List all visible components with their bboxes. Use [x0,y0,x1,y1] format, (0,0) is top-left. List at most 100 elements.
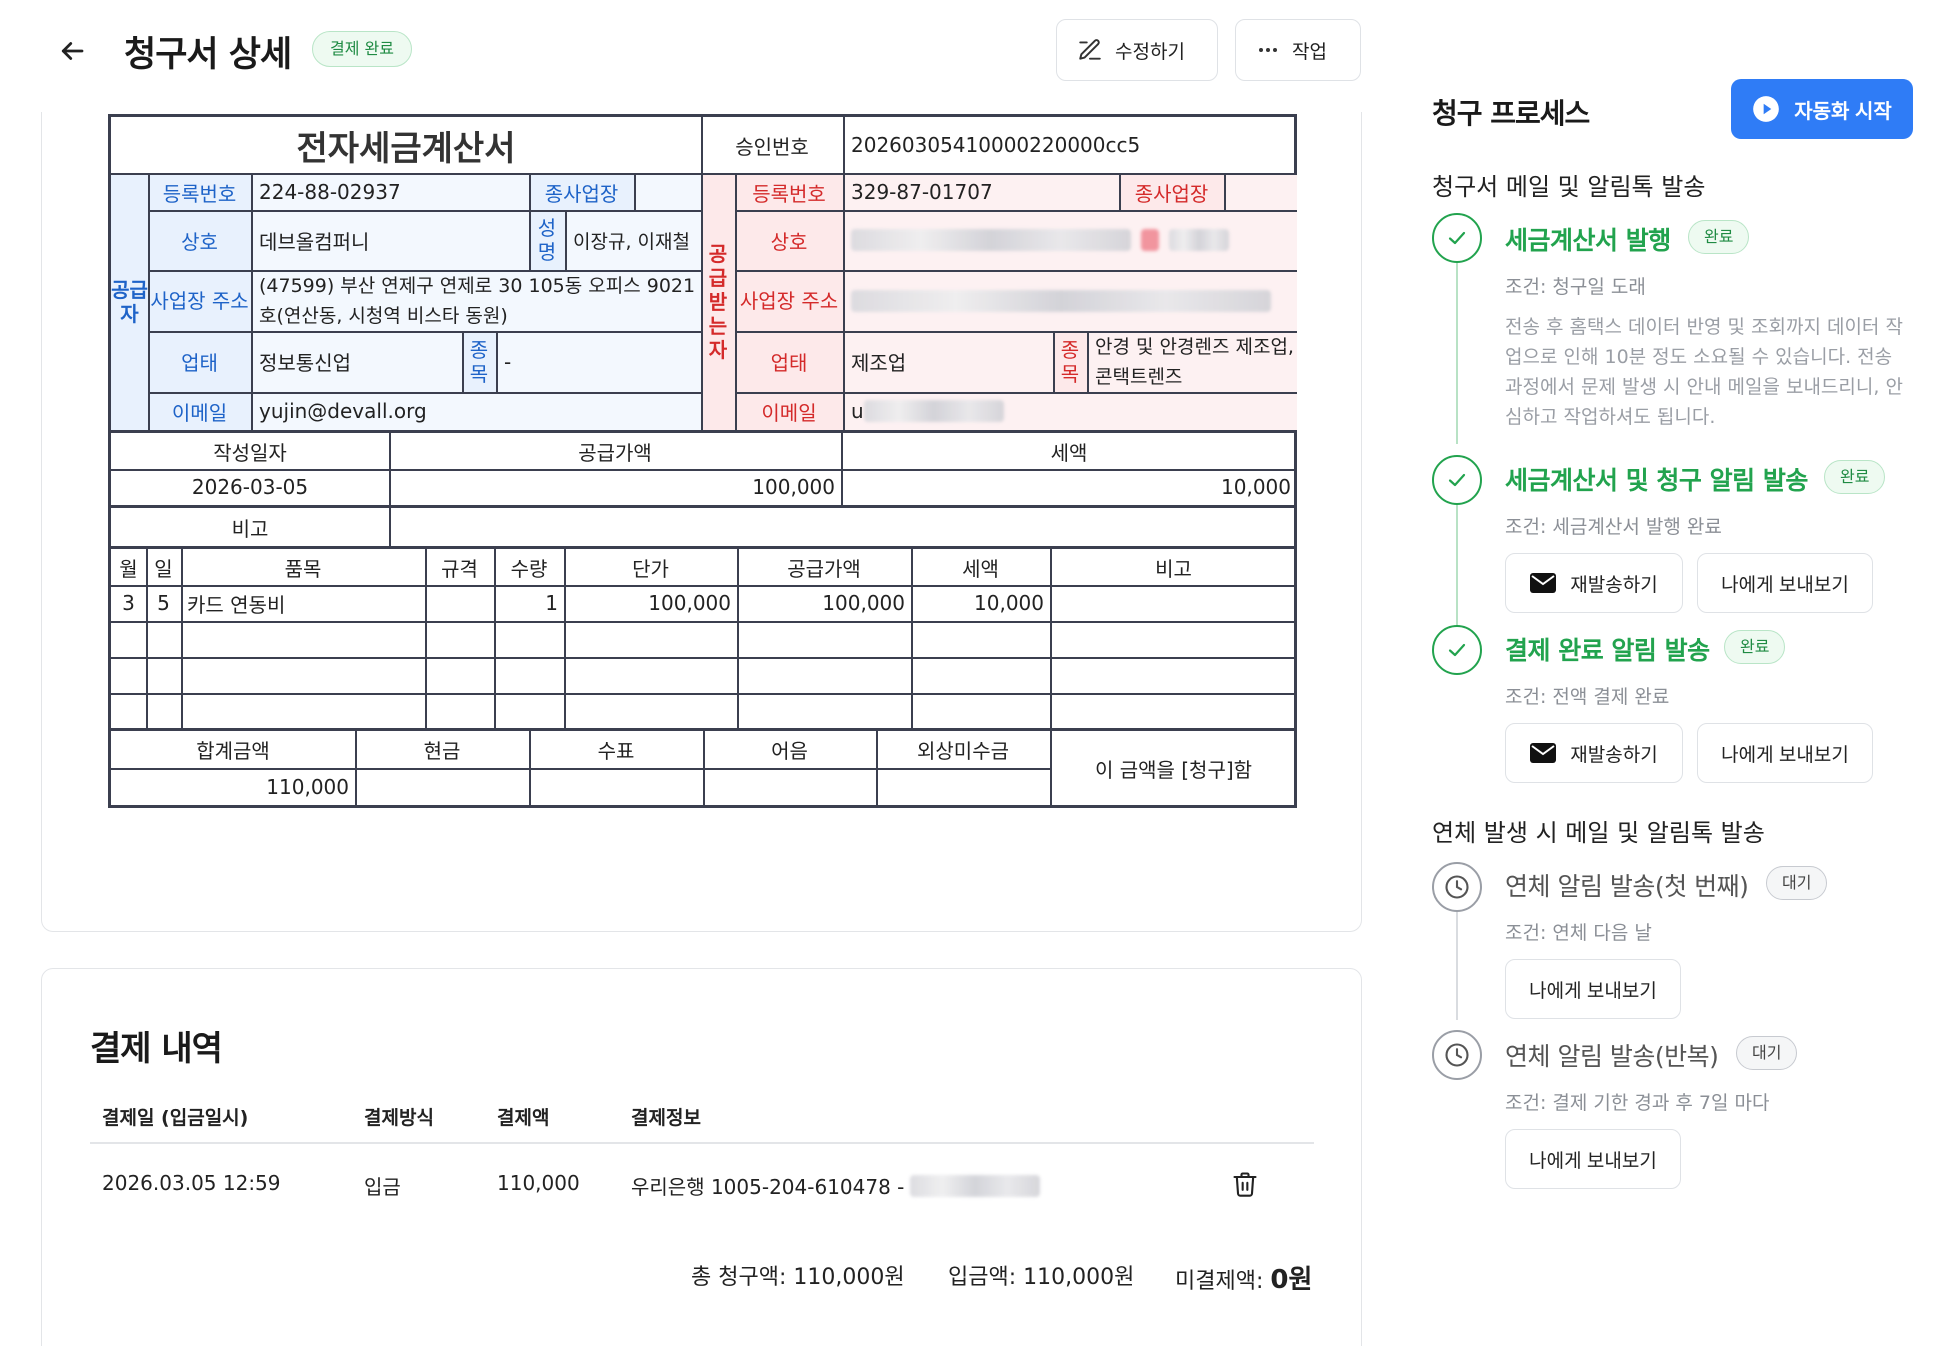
step-wait-icon [1432,862,1482,912]
delete-payment-button[interactable] [1227,1167,1263,1203]
start-automation-button[interactable]: 자동화 시작 [1731,79,1913,139]
item-col-month: 월 [119,556,138,581]
buyer-name-label: 상호 [735,210,843,270]
page-header: 청구서 상세 결제 완료 수정하기 작업 [0,0,1380,112]
edit-button[interactable]: 수정하기 [1056,19,1218,81]
buyer-reg-label: 등록번호 [735,174,843,210]
send-to-me-button[interactable]: 나에게 보내보기 [1697,723,1873,783]
payment-method: 입금 [364,1175,401,1199]
check-icon [1448,473,1466,487]
supplier-item-label: 종목 [462,331,496,392]
send-to-me-button[interactable]: 나에게 보내보기 [1697,553,1873,613]
payment-date: 2026.03.05 12:59 [102,1171,281,1195]
step-wait-icon [1432,1030,1482,1080]
step-badge-paid: 완료 [1724,630,1786,664]
total-unpaid: 미결제액: 0원 [1175,1259,1312,1296]
send-to-me-button[interactable]: 나에게 보내보기 [1505,1129,1681,1189]
page-title: 청구서 상세 [124,35,292,75]
arrow-left-icon [61,41,84,60]
tax-label: 세액 [1050,440,1088,465]
payment-card: 결제 내역 결제일 (입금일시) 결제방식 결제액 결제정보 2026.03.0… [41,968,1362,1346]
item-col-day: 일 [154,556,173,581]
supplier-name-label: 상호 [148,210,251,270]
trash-icon [1233,1171,1257,1197]
buyer-side-label: 공급받는자 [701,174,735,430]
total-billed-label: 총 청구액: [691,1265,787,1290]
back-button[interactable] [52,32,92,72]
step-title-overdue-first: 연체 알림 발송(첫 번째) [1505,872,1749,901]
cash-label: 현금 [423,739,461,763]
supplier-name: 데브올컴퍼니 [251,210,529,270]
invoice-card: 전자세금계산서 승인번호 20260305410000220000cc5 공급자… [41,88,1362,932]
step-connector [1456,262,1458,444]
buyer-branch-value [1224,174,1297,210]
total-label: 합계금액 [196,739,270,763]
buyer-biz: 제조업 [843,331,1053,392]
credit-label: 외상미수금 [917,739,1009,763]
supplier-item: - [496,331,701,392]
supplier-reg-no: 224-88-02937 [251,174,529,210]
supplier-branch-value [634,174,701,210]
total-paid: 입금액: 110,000원 [948,1259,1134,1291]
payment-info: 우리은행 1005-204-610478 - [631,1171,1041,1200]
step-title-notify: 세금계산서 및 청구 알림 발송 [1505,466,1808,495]
supplier-biz-label: 업태 [148,331,251,392]
issue-date: 2026-03-05 [191,475,309,499]
item-col-tax: 세액 [962,556,999,581]
supplier-email: yujin@devall.org [251,392,701,430]
item-col-supply: 공급가액 [787,556,861,581]
buyer-branch-label: 종사업장 [1119,174,1224,210]
bill-label: 어음 [771,739,808,763]
item-name: 카드 연동비 [187,592,286,617]
pencil-icon [1079,39,1101,60]
payment-amount: 110,000 [497,1171,580,1195]
total-paid-label: 입금액: [948,1265,1017,1290]
mail-icon [1530,573,1557,593]
edit-label: 수정하기 [1115,41,1185,63]
supplier-email-label: 이메일 [148,392,251,430]
item-col-unit: 단가 [632,556,669,581]
item-day: 5 [157,591,170,615]
item-col-name: 품목 [284,556,322,581]
approval-label: 승인번호 [735,134,809,159]
step-cond-issue: 조건: 청구일 도래 [1505,276,1646,298]
total-billed: 총 청구액: 110,000원 [691,1259,905,1291]
supplier-side-label: 공급자 [111,174,148,430]
step-connector [1456,503,1458,628]
clock-icon [1445,875,1469,899]
buyer-item-label: 종목 [1053,331,1087,392]
step-title-issue: 세금계산서 발행 [1505,226,1671,255]
resend-label: 재발송하기 [1570,574,1658,596]
step-done-icon [1432,625,1482,675]
step-badge-overdue-repeat: 대기 [1736,1036,1798,1070]
item-month: 3 [122,591,135,615]
supply-label: 공급가액 [578,440,652,465]
send-to-me-button[interactable]: 나에게 보내보기 [1505,959,1681,1019]
payment-col-method: 결제방식 [364,1107,434,1129]
play-circle-icon [1753,96,1780,122]
step-desc-issue: 전송 후 홈택스 데이터 반영 및 조회까지 데이터 작업으로 인해 10분 정… [1505,316,1903,428]
divider [90,1142,1314,1144]
send-to-me-label: 나에게 보내보기 [1721,744,1849,766]
buyer-addr-label: 사업장 주소 [735,270,843,331]
item-supply: 100,000 [822,591,905,615]
supplier-branch-label: 종사업장 [529,174,634,210]
step-badge-issue: 완료 [1688,220,1750,254]
step-cond-overdue-repeat: 조건: 결제 기한 경과 후 7일 마다 [1505,1092,1770,1114]
date-label: 작성일자 [213,440,287,465]
tax-amount: 10,000 [1221,475,1291,499]
work-menu-button[interactable]: 작업 [1235,19,1361,81]
supply-amount: 100,000 [752,475,835,499]
clock-icon [1445,1043,1469,1067]
send-to-me-label: 나에게 보내보기 [1529,980,1657,1002]
total-unpaid-label: 미결제액: [1175,1269,1264,1294]
resend-button[interactable]: 재발송하기 [1505,553,1683,613]
step-badge-notify: 완료 [1824,460,1886,494]
total-unpaid-value: 0원 [1270,1265,1313,1295]
payment-col-date: 결제일 (입금일시) [102,1107,249,1129]
buyer-email-label: 이메일 [735,392,843,430]
resend-button[interactable]: 재발송하기 [1505,723,1683,783]
payment-col-amount: 결제액 [497,1107,550,1129]
payment-info-text: 우리은행 1005-204-610478 - [631,1175,905,1199]
step-cond-paid: 조건: 전액 결제 완료 [1505,686,1670,708]
